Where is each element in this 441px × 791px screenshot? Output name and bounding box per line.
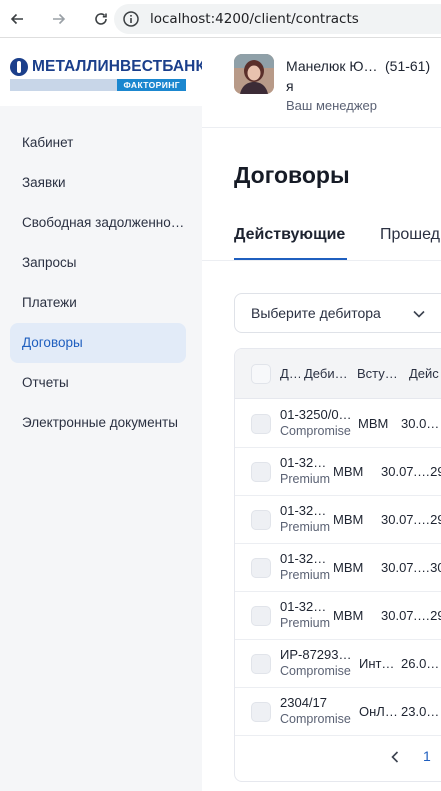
contract-date: 30.07.…30 [381, 560, 441, 575]
column-header-debtor[interactable]: Деби… [304, 366, 352, 381]
contract-tabs: Действующие Прошед [234, 226, 441, 261]
sidebar-item-free-debt[interactable]: Свободная задолженность [10, 203, 186, 243]
row-checkbox[interactable] [251, 462, 271, 482]
contract-date: 26.0… [401, 656, 440, 671]
contract-type: Compromise [280, 712, 351, 726]
pagination: 1 [235, 735, 441, 781]
contract-type: Premium [280, 520, 331, 534]
sidebar-item-e-documents[interactable]: Электронные документы [10, 403, 186, 443]
forward-icon[interactable] [48, 8, 70, 30]
debtor-select-placeholder: Выберите дебитора [251, 305, 381, 321]
contract-debtor: МВМ [333, 560, 364, 575]
tabs-divider [202, 260, 441, 261]
contract-date: 30.07.…29 [381, 608, 441, 623]
contract-debtor: МВМ [333, 464, 364, 479]
row-checkbox[interactable] [251, 558, 271, 578]
chevron-left-icon[interactable] [387, 749, 403, 765]
contract-date: 30.07.…29 [381, 512, 441, 527]
header-divider [202, 127, 441, 128]
browser-toolbar: localhost:4200/client/contracts [0, 0, 441, 38]
manager-card: Манелюк Ю… я (51-61) Ваш менеджер [234, 54, 441, 114]
sidebar-item-applications[interactable]: Заявки [10, 163, 186, 203]
contract-type: Premium [280, 616, 331, 630]
back-icon[interactable] [6, 8, 28, 30]
contract-number: 2304/17 [280, 695, 327, 710]
manager-role: Ваш менеджер [286, 98, 377, 113]
table-row[interactable]: 01-32… Premium МВМ 30.07.…29 [235, 592, 441, 640]
sidebar-item-reports[interactable]: Отчеты [10, 363, 186, 403]
row-checkbox[interactable] [251, 606, 271, 626]
contracts-table: Д… Деби… Всту… Дейс 01-3250/0… Compromis… [234, 348, 441, 782]
logo-area: МЕТАЛЛИНВЕСТБАНК ФАКТОРИНГ [0, 38, 205, 106]
avatar[interactable] [234, 54, 274, 94]
contract-date: 30.0… [401, 416, 440, 431]
contract-debtor: МВМ [358, 416, 389, 431]
table-row[interactable]: ИР-87293… Compromise Инте… 26.0… [235, 640, 441, 688]
contract-date: 30.07.…29 [381, 464, 441, 479]
contract-debtor: МВМ [333, 608, 364, 623]
row-checkbox[interactable] [251, 702, 271, 722]
table-header: Д… Деби… Всту… Дейс [235, 349, 441, 399]
page-title: Договоры [234, 162, 350, 188]
contract-debtor: МВМ [333, 512, 364, 527]
url-text: localhost:4200/client/contracts [150, 11, 359, 27]
brand-mark-icon [10, 58, 28, 76]
brand-logo[interactable]: МЕТАЛЛИНВЕСТБАНК ФАКТОРИНГ [10, 58, 205, 92]
row-checkbox[interactable] [251, 510, 271, 530]
contract-number: ИР-87293… [280, 647, 352, 662]
tab-active[interactable]: Действующие [234, 226, 345, 244]
column-header-valid[interactable]: Дейс [409, 366, 441, 381]
contract-type: Compromise [280, 424, 351, 438]
row-checkbox[interactable] [251, 654, 271, 674]
manager-phone: (51-61) [385, 58, 431, 74]
contract-type: Compromise [280, 664, 351, 678]
contract-debtor: ОнЛ… [359, 704, 398, 719]
table-row[interactable]: 01-32… Premium МВМ 30.07.…29 [235, 496, 441, 544]
brand-name: МЕТАЛЛИНВЕСТБАНК [32, 58, 206, 75]
sidebar-item-payments[interactable]: Платежи [10, 283, 186, 323]
contract-type: Premium [280, 568, 331, 582]
contract-debtor: Инте… [359, 656, 401, 671]
manager-name: Манелюк Ю… я [286, 58, 378, 94]
address-bar[interactable]: localhost:4200/client/contracts [114, 4, 441, 34]
table-row[interactable]: 01-32… Premium МВМ 30.07.…29 [235, 448, 441, 496]
sidebar-item-cabinet[interactable]: Кабинет [10, 123, 186, 163]
sidebar: МЕТАЛЛИНВЕСТБАНК ФАКТОРИНГ Кабинет Заявк… [0, 38, 205, 791]
contract-date: 23.0… [401, 704, 440, 719]
column-header-effective[interactable]: Всту… [357, 366, 405, 381]
table-row[interactable]: 01-3250/0… Compromise МВМ 30.0… [235, 400, 441, 448]
table-row[interactable]: 2304/17 Compromise ОнЛ… 23.0… [235, 688, 441, 736]
main-content: Манелюк Ю… я (51-61) Ваш менеджер Догово… [202, 38, 441, 791]
debtor-select[interactable]: Выберите дебитора [234, 293, 441, 333]
sidebar-menu: Кабинет Заявки Свободная задолженность З… [10, 123, 186, 443]
select-all-checkbox[interactable] [251, 364, 271, 384]
reload-icon[interactable] [90, 8, 112, 30]
contract-type: Premium [280, 472, 331, 486]
sidebar-item-contracts[interactable]: Договоры [10, 323, 186, 363]
tab-past[interactable]: Прошед [380, 226, 440, 244]
page-number-current[interactable]: 1 [423, 748, 431, 764]
contract-number: 01-3250/0… [280, 407, 352, 422]
brand-sub: ФАКТОРИНГ [117, 79, 186, 91]
brand-strip: ФАКТОРИНГ [10, 79, 186, 91]
chevron-down-icon [413, 310, 425, 318]
row-checkbox[interactable] [251, 414, 271, 434]
sidebar-item-requests[interactable]: Запросы [10, 243, 186, 283]
column-header-number[interactable]: Д… [280, 366, 300, 381]
table-row[interactable]: 01-32… Premium МВМ 30.07.…30 [235, 544, 441, 592]
info-icon[interactable] [122, 10, 140, 28]
